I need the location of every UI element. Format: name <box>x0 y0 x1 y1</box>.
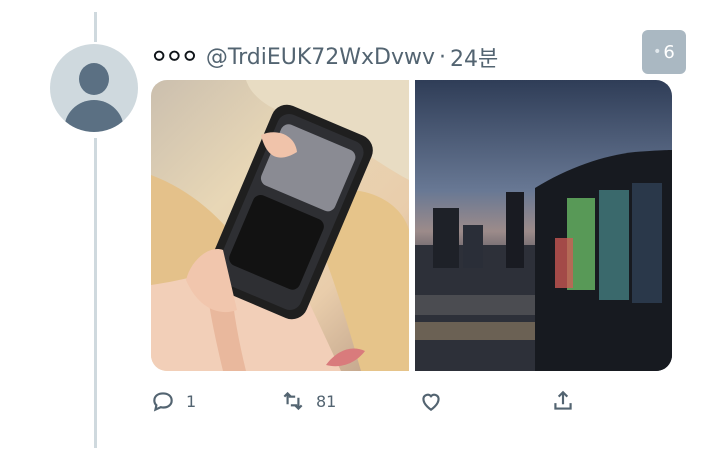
tweet-header: ০০০ @TrdiEUK72WxDvwv · 24분 <box>152 40 498 74</box>
default-avatar-body <box>64 100 124 132</box>
display-name[interactable]: ০০০ <box>152 39 198 76</box>
badge-dot: • <box>653 44 662 60</box>
reply-count: 1 <box>186 391 197 411</box>
media-count-badge: • 6 <box>642 30 686 74</box>
thread-line-bottom <box>94 138 97 448</box>
media-count: 6 <box>663 41 675 63</box>
photo-city-night[interactable] <box>415 80 672 371</box>
tweet-media-grid <box>151 80 672 371</box>
photo-2-illustration <box>415 150 672 371</box>
photo-1-illustration <box>151 80 409 371</box>
retweet-count: 81 <box>316 391 337 411</box>
share-icon <box>554 390 572 410</box>
thread-line-top <box>94 12 97 42</box>
like-button[interactable] <box>418 384 444 418</box>
like-icon <box>422 393 440 411</box>
avatar[interactable] <box>50 44 138 132</box>
reply-button[interactable]: 1 <box>150 384 196 418</box>
retweet-button[interactable]: 81 <box>280 384 336 418</box>
default-avatar-head <box>79 63 109 95</box>
tweet-action-bar: 1 81 <box>150 384 590 418</box>
share-button[interactable] <box>550 384 576 418</box>
header-separator: · <box>439 44 447 70</box>
retweet-icon <box>283 391 303 411</box>
user-handle[interactable]: @TrdiEUK72WxDvwv <box>206 45 435 70</box>
reply-icon <box>153 392 173 412</box>
photo-selfie-phone[interactable] <box>151 80 409 371</box>
tweet-time[interactable]: 24분 <box>450 41 498 73</box>
